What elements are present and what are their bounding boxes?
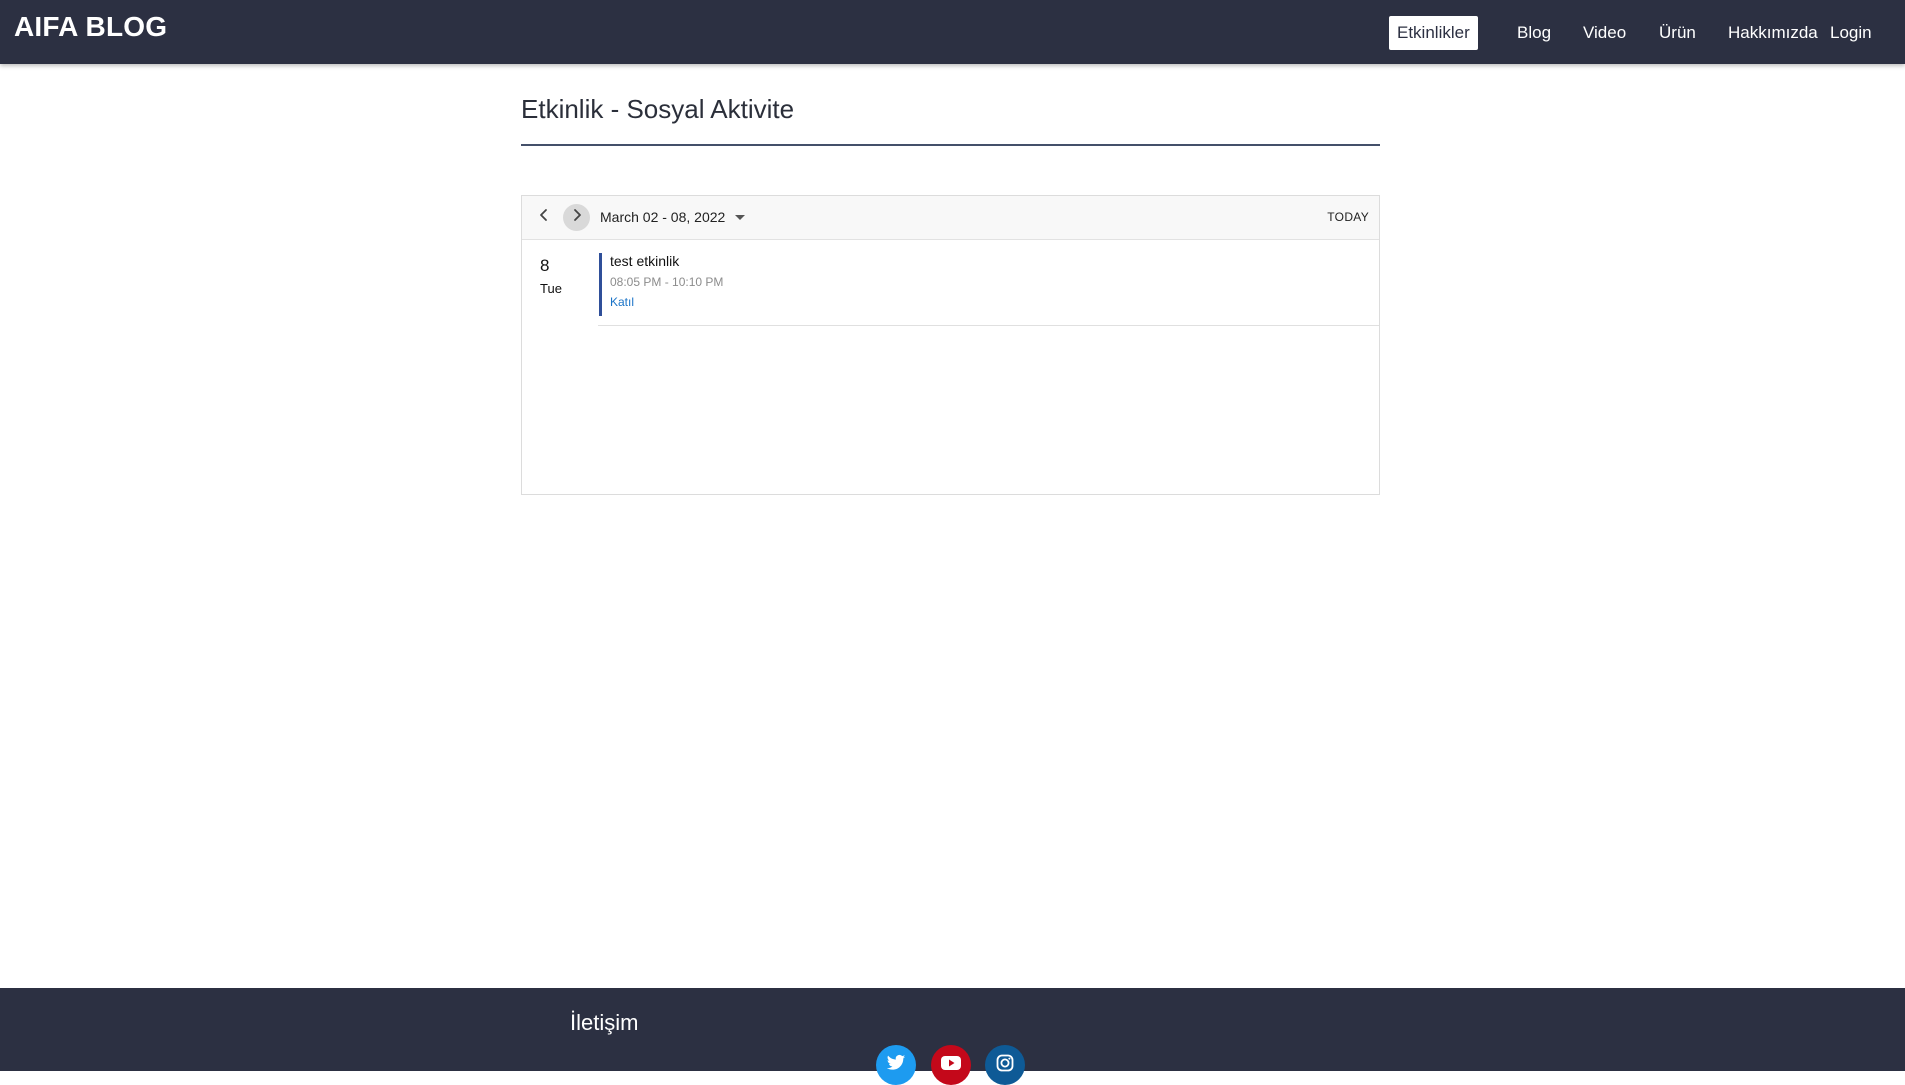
footer: İletişim: [0, 988, 1905, 1085]
twitter-icon: [886, 1054, 906, 1077]
brand-logo[interactable]: AIFA BLOG: [14, 11, 167, 43]
chevron-left-icon: [537, 208, 551, 227]
footer-title: İletişim: [570, 1010, 639, 1035]
twitter-link[interactable]: [876, 1045, 916, 1085]
caret-down-icon: [735, 215, 746, 220]
date-range-dropdown[interactable]: March 02 - 08, 2022: [600, 196, 746, 239]
next-week-button[interactable]: [563, 204, 590, 231]
join-event-link[interactable]: Katıl: [610, 295, 634, 309]
previous-week-button[interactable]: [530, 204, 557, 231]
nav-item-video[interactable]: Video: [1583, 16, 1626, 50]
nav-item-login[interactable]: Login: [1830, 16, 1872, 50]
today-button[interactable]: TODAY: [1327, 196, 1369, 239]
nav-item-urun[interactable]: Ürün: [1659, 16, 1696, 50]
event-row-divider: [598, 325, 1379, 326]
instagram-icon: [996, 1054, 1014, 1077]
nav-item-hakkimizda[interactable]: Hakkımızda: [1728, 16, 1818, 50]
event-time: 08:05 PM - 10:10 PM: [610, 275, 724, 289]
nav-item-blog[interactable]: Blog: [1517, 16, 1551, 50]
event-item[interactable]: test etkinlik 08:05 PM - 10:10 PM Katıl: [599, 253, 1380, 316]
date-range-label: March 02 - 08, 2022: [600, 209, 726, 225]
instagram-link[interactable]: [985, 1045, 1025, 1085]
chevron-right-icon: [570, 208, 584, 227]
youtube-icon: [941, 1055, 961, 1075]
nav-item-etkinlikler[interactable]: Etkinlikler: [1389, 16, 1478, 50]
calendar-toolbar: March 02 - 08, 2022 TODAY: [522, 196, 1379, 240]
page-title: Etkinlik - Sosyal Aktivite: [521, 94, 795, 124]
youtube-link[interactable]: [931, 1045, 971, 1085]
top-navbar: AIFA BLOG Etkinlikler Blog Video Ürün Ha…: [0, 0, 1905, 64]
day-weekday: Tue: [540, 281, 562, 296]
event-calendar: March 02 - 08, 2022 TODAY 8 Tue test etk…: [521, 195, 1380, 495]
title-divider: [521, 144, 1380, 146]
day-number: 8: [540, 256, 550, 275]
event-title: test etkinlik: [610, 253, 680, 269]
